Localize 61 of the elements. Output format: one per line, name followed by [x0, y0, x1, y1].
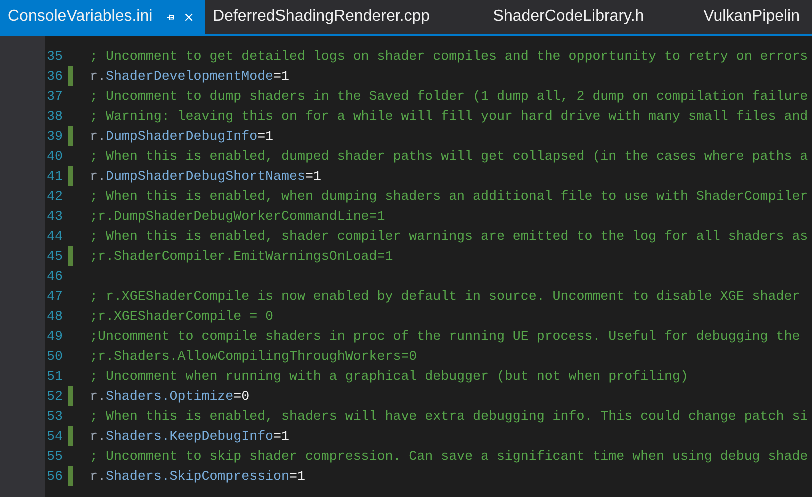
line-number: 56 [46, 468, 63, 484]
setting-value: =1 [290, 468, 306, 484]
line-number: 46 [46, 268, 63, 284]
line-number: 41 [46, 168, 63, 184]
code-comment: ; Uncomment to skip shader compression. Can save a significant time when using debug shade [90, 448, 808, 464]
line-number: 48 [46, 308, 63, 324]
code-comment: ;r.Shaders.AllowCompilingThroughWorkers=0 [90, 348, 418, 364]
line-number: 47 [46, 288, 63, 304]
code-comment: ; When this is enabled, shader compiler warnings are emitted to the log for all shaders as [90, 228, 808, 244]
line-number: 38 [46, 108, 63, 124]
line-number: 45 [46, 248, 63, 264]
file-tab[interactable]: DeferredShadingRenderer.cpp [205, 0, 486, 34]
line-number: 49 [46, 328, 63, 344]
pin-icon[interactable] [166, 12, 175, 22]
setting-value: =1 [258, 128, 274, 144]
setting-value: =0 [234, 388, 250, 404]
file-tab[interactable]: ConsoleVariables.ini [0, 0, 205, 34]
setting-key: Shaders.Optimize [106, 388, 234, 404]
code-comment: ; r.XGEShaderCompile is now enabled by default in source. Uncomment to disable XGE shader [90, 288, 800, 304]
close-icon[interactable] [184, 12, 193, 22]
setting-key: Shaders.KeepDebugInfo [106, 428, 274, 444]
line-number: 35 [46, 48, 63, 64]
file-tab[interactable]: VulkanPipelin [696, 0, 812, 34]
code-comment: ;r.ShaderCompiler.EmitWarningsOnLoad=1 [90, 248, 394, 264]
setting-prefix: r. [90, 388, 106, 404]
code-comment: ;r.DumpShaderDebugWorkerCommandLine=1 [90, 208, 386, 224]
code-comment: ;r.XGEShaderCompile = 0 [90, 308, 274, 324]
line-number: 55 [46, 448, 63, 464]
code-comment: ; Uncomment when running with a graphical debugger (but not when profiling) [90, 368, 688, 384]
code-comment: ;Uncomment to compile shaders in proc of the running UE process. Useful for debugging the [90, 328, 800, 344]
line-number: 40 [46, 148, 63, 164]
setting-value: =1 [274, 428, 290, 444]
line-number: 43 [46, 208, 63, 224]
setting-prefix: r. [90, 428, 106, 444]
line-number: 52 [46, 388, 63, 404]
line-number: 53 [46, 408, 63, 424]
setting-key: DumpShaderDebugShortNames [106, 168, 306, 184]
setting-prefix: r. [90, 68, 106, 84]
setting-prefix: r. [90, 128, 106, 144]
line-number: 37 [46, 88, 63, 104]
line-number: 44 [46, 228, 63, 244]
code-comment: ; Warning: leaving this on for a while will fill your hard drive with many small files and [90, 108, 808, 124]
setting-value: =1 [274, 68, 290, 84]
setting-key: DumpShaderDebugInfo [106, 128, 258, 144]
file-tab[interactable]: ShaderCodeLibrary.h [485, 0, 696, 34]
setting-prefix: r. [90, 168, 106, 184]
setting-value: =1 [305, 168, 322, 184]
line-number: 51 [46, 368, 63, 384]
line-number: 39 [46, 128, 63, 144]
setting-prefix: r. [90, 468, 106, 484]
code-comment: ; When this is enabled, dumped shader paths will get collapsed (in the cases where paths a [90, 148, 808, 164]
line-number: 50 [46, 348, 63, 364]
line-number: 42 [46, 188, 63, 204]
code-comment: ; Uncomment to dump shaders in the Saved folder (1 dump all, 2 dump on compilation failure [90, 88, 808, 104]
line-number: 54 [46, 428, 63, 444]
code-comment: ; When this is enabled, when dumping shaders an additional file to use with ShaderCompiler [90, 188, 808, 204]
code-comment: ; Uncomment to get detailed logs on shader compiles and the opportunity to retry on errors [90, 48, 808, 64]
line-number: 36 [46, 68, 63, 84]
setting-key: Shaders.SkipCompression [106, 468, 290, 484]
setting-key: ShaderDevelopmentMode [106, 68, 274, 84]
code-comment: ; When this is enabled, shaders will have extra debugging info. This could change patch si [90, 408, 808, 424]
